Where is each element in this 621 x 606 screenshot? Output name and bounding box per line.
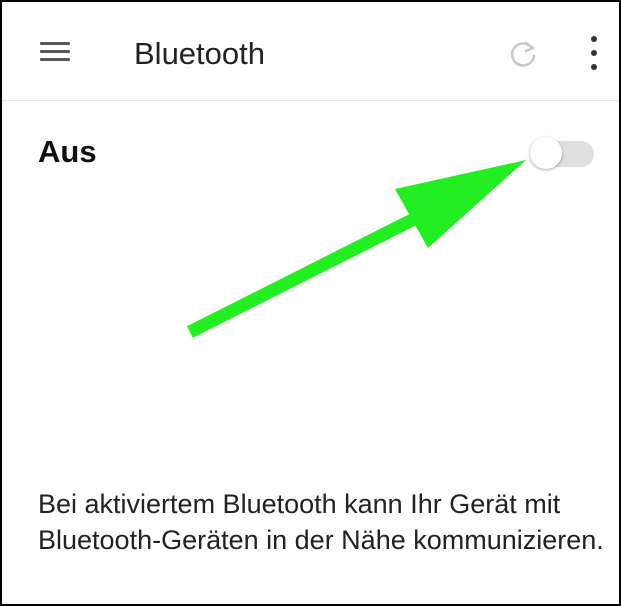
page-title: Bluetooth <box>134 36 265 71</box>
bluetooth-settings-screen: Bluetooth Aus Bei aktiviertem Bluetooth … <box>0 0 621 606</box>
bluetooth-switch[interactable] <box>530 137 594 171</box>
bluetooth-state-label: Aus <box>38 134 97 169</box>
bluetooth-toggle-row[interactable]: Aus <box>2 101 619 211</box>
switch-thumb <box>530 137 562 169</box>
bluetooth-description: Bei aktiviertem Bluetooth kann Ihr Gerät… <box>38 489 604 555</box>
app-bar: Bluetooth <box>2 2 619 101</box>
refresh-icon[interactable] <box>506 37 540 71</box>
more-vertical-icon[interactable] <box>582 34 606 74</box>
hamburger-menu-icon[interactable] <box>40 42 74 64</box>
